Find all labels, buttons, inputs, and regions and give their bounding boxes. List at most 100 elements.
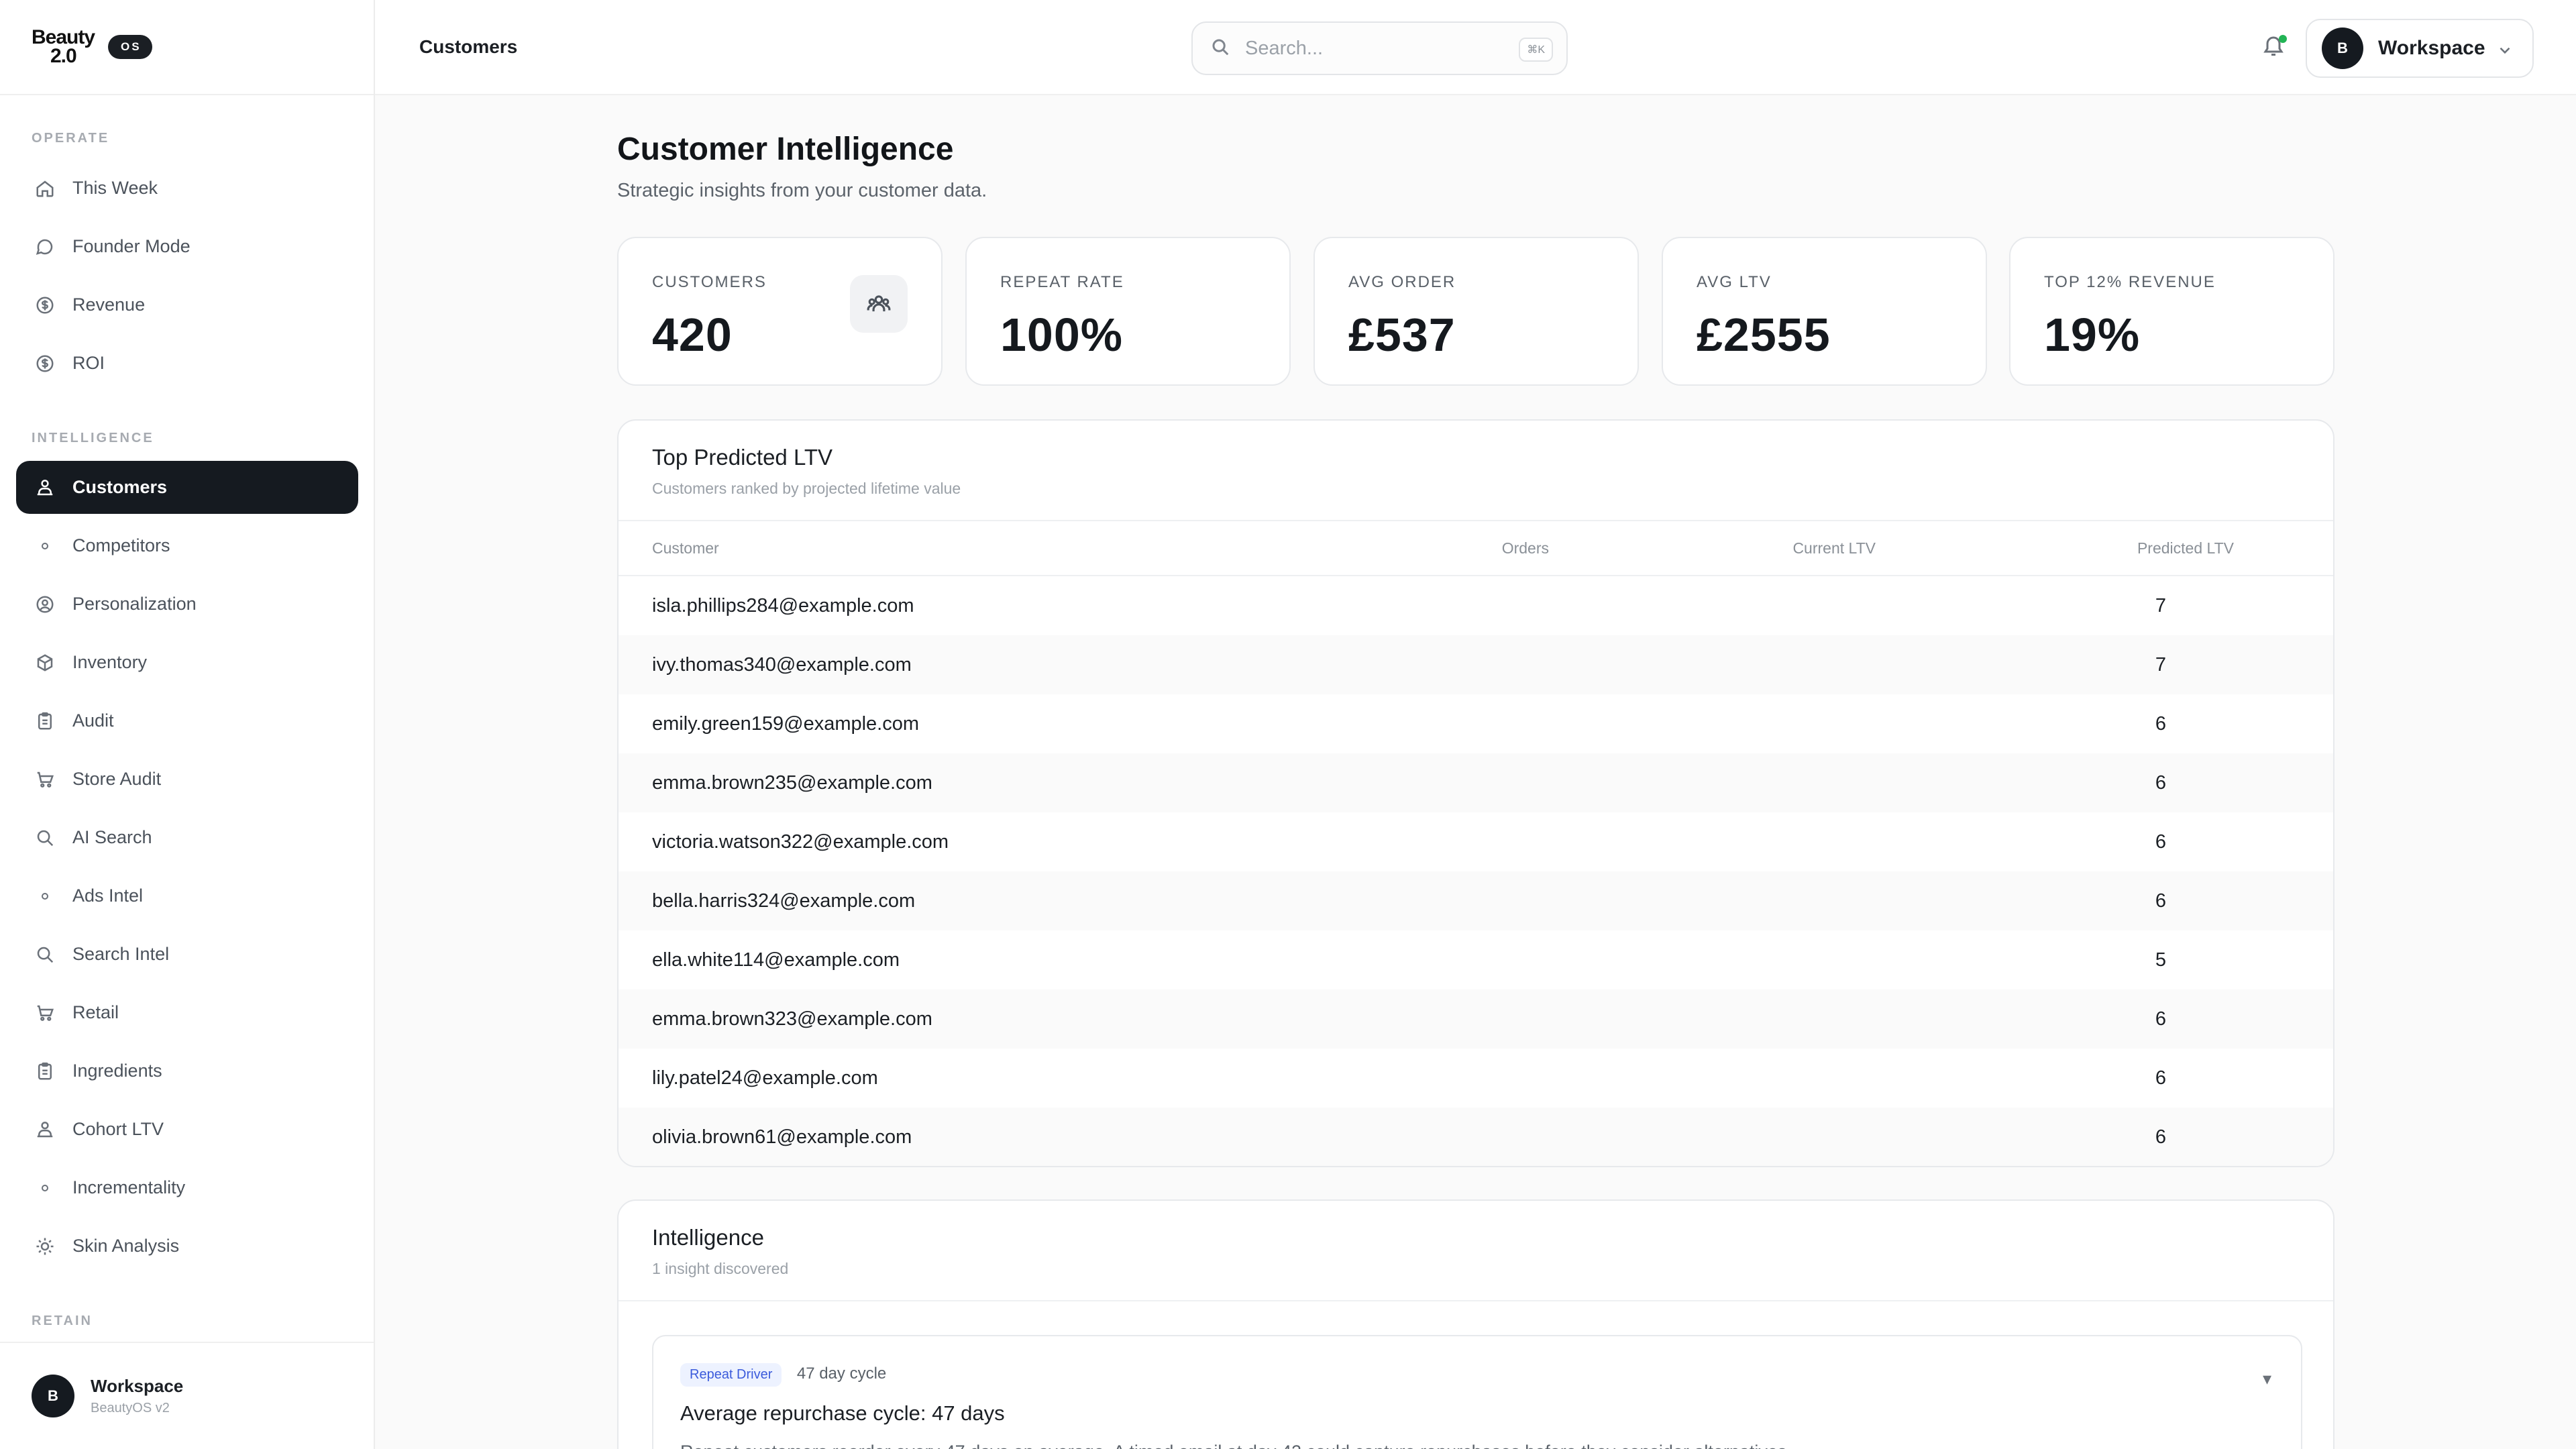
table-row[interactable]: isla.phillips284@example.com7£4,636£12,8… (619, 576, 2333, 635)
table-body: isla.phillips284@example.com7£4,636£12,8… (619, 576, 2333, 1166)
sidebar-workspace[interactable]: B Workspace BeautyOS v2 (0, 1342, 374, 1449)
search-box[interactable]: ⌘K (1191, 21, 1568, 75)
sidebar-item-roi[interactable]: ROI (16, 337, 358, 390)
table-row[interactable]: olivia.brown61@example.com6£2,646£11,254 (619, 1108, 2333, 1166)
workspace-name: Workspace (91, 1376, 184, 1396)
notifications-button[interactable] (2261, 34, 2288, 60)
table-row[interactable]: ivy.thomas340@example.com7£4,769£11,930 (619, 635, 2333, 694)
kpi-repeat-rate: REPEAT RATE 100% (965, 237, 1291, 386)
sidebar-item-audit[interactable]: Audit (16, 694, 358, 747)
insight-body: Repeat customers reorder every 47 days o… (680, 1442, 2274, 1449)
kpi-label: AVG LTV (1697, 273, 1772, 291)
sidebar-item-competitors[interactable]: Competitors (16, 519, 358, 572)
sidebar-item-customers[interactable]: Customers (16, 461, 358, 514)
customer-email: ella.white114@example.com (652, 949, 900, 971)
ltv-table-card: Top Predicted LTV Customers ranked by pr… (617, 419, 2334, 1167)
sidebar-item-label: Cohort LTV (72, 1119, 164, 1139)
sidebar-item-revenue[interactable]: Revenue (16, 278, 358, 331)
card-title: Top Predicted LTV (652, 445, 833, 470)
brand[interactable]: Beauty 2.0 OS (0, 0, 374, 95)
page-subtitle: Strategic insights from your customer da… (617, 180, 987, 201)
card-title: Intelligence (652, 1225, 764, 1250)
workspace-name: Workspace (2378, 37, 2485, 59)
table-row[interactable]: ella.white114@example.com5£2,685£11,420 (619, 930, 2333, 989)
users-icon (34, 1118, 56, 1141)
sidebar-item-label: Store Audit (72, 769, 162, 789)
workspace-switcher[interactable]: B Workspace (2306, 19, 2534, 78)
orders-count: 6 (2155, 771, 2166, 794)
brand-logo[interactable]: Beauty 2.0 (32, 28, 101, 66)
column-header-current-ltv[interactable]: Current LTV (1741, 539, 1876, 557)
sidebar-item-cohort-ltv[interactable]: Cohort LTV (16, 1103, 358, 1156)
home-icon (34, 177, 56, 200)
orders-count: 7 (2155, 594, 2166, 616)
sidebar-item-label: Inventory (72, 652, 148, 672)
users-icon (34, 476, 56, 499)
kpi-top-revenue: TOP 12% REVENUE 19% (2009, 237, 2334, 386)
search-icon (34, 943, 56, 966)
sidebar-item-ai-search[interactable]: AI Search (16, 811, 358, 864)
card-subtitle: Customers ranked by projected lifetime v… (652, 480, 961, 497)
sidebar-item-inventory[interactable]: Inventory (16, 636, 358, 689)
dot-icon (34, 535, 56, 557)
table-row[interactable]: victoria.watson322@example.com6£3,524£11… (619, 812, 2333, 871)
user-circle-icon (34, 593, 56, 616)
sidebar-item-skin-analysis[interactable]: Skin Analysis (16, 1220, 358, 1273)
customer-email: isla.phillips284@example.com (652, 594, 914, 616)
customer-email: emily.green159@example.com (652, 712, 920, 735)
table-row[interactable]: bella.harris324@example.com6£2,970£11,47… (619, 871, 2333, 930)
sidebar-item-label: Founder Mode (72, 236, 191, 256)
search-input[interactable] (1245, 37, 1500, 60)
table-row[interactable]: emma.brown323@example.com6£2,322£11,378 (619, 989, 2333, 1049)
customer-email: lily.patel24@example.com (652, 1067, 878, 1089)
dollar-icon (34, 352, 56, 375)
expand-toggle[interactable]: ▾ (2263, 1368, 2271, 1389)
customer-email: bella.harris324@example.com (652, 890, 916, 912)
nav-section-retain: RETAIN (32, 1313, 93, 1328)
sidebar-item-label: AI Search (72, 827, 152, 847)
sidebar-item-retail[interactable]: Retail (16, 986, 358, 1039)
customer-email: olivia.brown61@example.com (652, 1126, 912, 1148)
sidebar-item-label: Audit (72, 710, 114, 731)
page-title: Customer Intelligence (617, 131, 954, 167)
sidebar-item-search-intel[interactable]: Search Intel (16, 928, 358, 981)
bell-icon (2261, 36, 2286, 60)
insight-card[interactable]: Repeat Driver 47 day cycle Average repur… (652, 1335, 2302, 1449)
sidebar-item-incrementality[interactable]: Incrementality (16, 1161, 358, 1214)
sidebar-item-label: Retail (72, 1002, 119, 1022)
kpi-avg-order: AVG ORDER £537 (1313, 237, 1639, 386)
kpi-value: £2555 (1697, 309, 1831, 361)
column-header-orders[interactable]: Orders (1482, 539, 1549, 557)
sidebar-item-label: Incrementality (72, 1177, 186, 1197)
intelligence-card: Intelligence 1 insight discovered Repeat… (617, 1199, 2334, 1449)
orders-count: 6 (2155, 1067, 2166, 1089)
sidebar-item-ads-intel[interactable]: Ads Intel (16, 869, 358, 922)
sidebar-item-founder-mode[interactable]: Founder Mode (16, 220, 358, 273)
orders-count: 6 (2155, 1126, 2166, 1148)
column-header-predicted-ltv[interactable]: Predicted LTV (2073, 539, 2234, 557)
sidebar-item-this-week[interactable]: This Week (16, 162, 358, 215)
sidebar-item-store-audit[interactable]: Store Audit (16, 753, 358, 806)
table-row[interactable]: lily.patel24@example.com6£3,404£11,313 (619, 1049, 2333, 1108)
orders-count: 7 (2155, 653, 2166, 676)
card-subtitle: 1 insight discovered (652, 1260, 789, 1277)
nav-section-intelligence: INTELLIGENCE (32, 431, 154, 445)
kpi-customers: CUSTOMERS 420 (617, 237, 943, 386)
table-row[interactable]: emily.green159@example.com6£3,798£11,862 (619, 694, 2333, 753)
sidebar-item-ingredients[interactable]: Ingredients (16, 1044, 358, 1097)
kpi-value: 19% (2044, 309, 2141, 361)
customer-email: ivy.thomas340@example.com (652, 653, 912, 676)
column-header-customer[interactable]: Customer (619, 539, 1595, 557)
kpi-label: REPEAT RATE (1000, 273, 1124, 291)
dot-icon (34, 885, 56, 908)
sidebar-item-label: Competitors (72, 535, 170, 555)
table-header: Customer Orders Current LTV Predicted LT… (619, 521, 2333, 576)
kpi-value: 100% (1000, 309, 1124, 361)
customer-email: emma.brown235@example.com (652, 771, 932, 794)
dollar-icon (34, 294, 56, 317)
top-header: Customers ⌘K B Workspace (375, 0, 2576, 95)
table-row[interactable]: emma.brown235@example.com6£2,786£11,852 (619, 753, 2333, 812)
sidebar-item-personalization[interactable]: Personalization (16, 578, 358, 631)
breadcrumb: Customers (419, 36, 518, 57)
orders-count: 6 (2155, 1008, 2166, 1030)
